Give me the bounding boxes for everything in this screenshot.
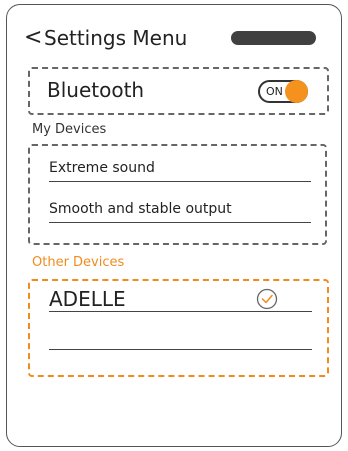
device-divider <box>49 311 312 312</box>
bluetooth-label: Bluetooth <box>47 78 145 102</box>
device-item-smooth-output[interactable]: Smooth and stable output <box>49 199 232 219</box>
check-circle-icon[interactable] <box>256 288 278 310</box>
toggle-state-text: ON <box>266 85 283 98</box>
device-divider <box>49 222 311 223</box>
device-divider <box>49 349 312 350</box>
header-pill <box>231 31 316 45</box>
device-divider <box>49 181 311 182</box>
toggle-knob <box>285 80 308 103</box>
back-icon[interactable]: < <box>24 22 42 54</box>
bluetooth-toggle[interactable]: ON <box>258 80 308 103</box>
other-devices-heading: Other Devices <box>32 255 125 270</box>
my-devices-heading: My Devices <box>32 122 107 137</box>
device-item-adelle[interactable]: ADELLE <box>49 285 126 313</box>
device-item-extreme-sound[interactable]: Extreme sound <box>49 158 155 178</box>
page-title: Settings Menu <box>44 26 188 50</box>
